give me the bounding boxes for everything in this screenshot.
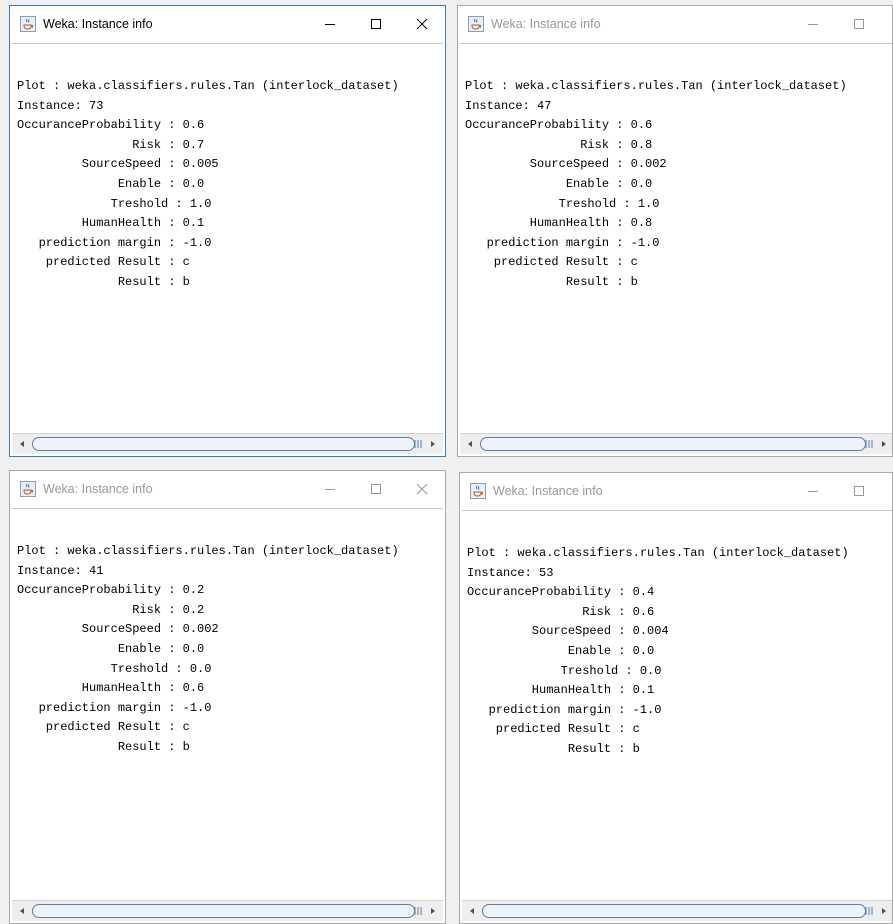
scroll-right-button[interactable]: [425, 903, 441, 919]
instance-info-text: Plot : weka.classifiers.rules.Tan (inter…: [17, 544, 399, 754]
scroll-right-button[interactable]: [876, 436, 892, 452]
scrollbar-thumb[interactable]: [32, 437, 415, 451]
scroll-left-button[interactable]: [464, 903, 480, 919]
scrollbar-grip-icon: [414, 440, 422, 448]
scroll-left-arrow-icon: [20, 441, 24, 447]
maximize-icon: [371, 19, 381, 29]
instance-info-text: Plot : weka.classifiers.rules.Tan (inter…: [465, 79, 847, 289]
scroll-right-arrow-icon: [882, 441, 886, 447]
java-cup-icon: [20, 481, 36, 497]
maximize-button[interactable]: [353, 471, 399, 507]
scroll-left-arrow-icon: [470, 908, 474, 914]
close-icon: [416, 18, 428, 30]
window-titlebar[interactable]: Weka: Instance info: [458, 6, 892, 42]
minimize-icon: [808, 491, 818, 492]
instance-info-text-area[interactable]: Plot : weka.classifiers.rules.Tan (inter…: [12, 508, 443, 899]
scroll-right-button[interactable]: [876, 903, 892, 919]
minimize-button[interactable]: [307, 6, 353, 42]
window-titlebar[interactable]: Weka: Instance info: [10, 6, 445, 42]
scrollbar-thumb[interactable]: [480, 437, 866, 451]
java-cup-icon: [468, 16, 484, 32]
minimize-icon: [808, 24, 818, 25]
scroll-right-arrow-icon: [431, 441, 435, 447]
minimize-button[interactable]: [307, 471, 353, 507]
maximize-button[interactable]: [836, 6, 882, 42]
scrollbar-thumb[interactable]: [32, 904, 415, 918]
scroll-right-arrow-icon: [882, 908, 886, 914]
scroll-left-button[interactable]: [14, 436, 30, 452]
scrollbar-grip-icon: [414, 907, 422, 915]
scroll-right-arrow-icon: [431, 908, 435, 914]
window-title: Weka: Instance info: [43, 482, 153, 496]
scroll-left-arrow-icon: [20, 908, 24, 914]
scroll-right-button[interactable]: [425, 436, 441, 452]
instance-info-text: Plot : weka.classifiers.rules.Tan (inter…: [17, 79, 399, 289]
window-titlebar[interactable]: Weka: Instance info: [10, 471, 445, 507]
instance-info-window-3[interactable]: Weka: Instance info Plot : weka.classifi…: [9, 470, 446, 924]
maximize-icon: [371, 484, 381, 494]
horizontal-scrollbar[interactable]: [462, 900, 892, 921]
window-titlebar[interactable]: Weka: Instance info: [460, 473, 892, 509]
instance-info-text-area[interactable]: Plot : weka.classifiers.rules.Tan (inter…: [462, 510, 892, 899]
scrollbar-grip-icon: [865, 440, 873, 448]
minimize-button[interactable]: [790, 6, 836, 42]
window-title: Weka: Instance info: [43, 17, 153, 31]
maximize-button[interactable]: [836, 473, 882, 509]
minimize-button[interactable]: [790, 473, 836, 509]
close-button[interactable]: [882, 473, 892, 509]
minimize-icon: [325, 24, 335, 25]
close-button[interactable]: [399, 6, 445, 42]
window-title: Weka: Instance info: [493, 484, 603, 498]
scrollbar-grip-icon: [865, 907, 873, 915]
instance-info-text-area[interactable]: Plot : weka.classifiers.rules.Tan (inter…: [12, 43, 443, 432]
scroll-left-button[interactable]: [462, 436, 478, 452]
window-title: Weka: Instance info: [491, 17, 601, 31]
java-cup-icon: [20, 16, 36, 32]
scroll-left-button[interactable]: [14, 903, 30, 919]
scrollbar-thumb[interactable]: [482, 904, 866, 918]
instance-info-window-4[interactable]: Weka: Instance info Plot : weka.classifi…: [459, 472, 893, 924]
close-button[interactable]: [882, 6, 892, 42]
close-button[interactable]: [399, 471, 445, 507]
instance-info-window-2[interactable]: Weka: Instance info Plot : weka.classifi…: [457, 5, 893, 457]
maximize-icon: [854, 19, 864, 29]
instance-info-window-1[interactable]: Weka: Instance info Plot : weka.classifi…: [9, 5, 446, 457]
instance-info-text: Plot : weka.classifiers.rules.Tan (inter…: [467, 546, 849, 756]
horizontal-scrollbar[interactable]: [12, 900, 443, 921]
horizontal-scrollbar[interactable]: [460, 433, 892, 454]
close-icon: [416, 483, 428, 495]
java-cup-icon: [470, 483, 486, 499]
minimize-icon: [325, 489, 335, 490]
maximize-icon: [854, 486, 864, 496]
maximize-button[interactable]: [353, 6, 399, 42]
scroll-left-arrow-icon: [468, 441, 472, 447]
horizontal-scrollbar[interactable]: [12, 433, 443, 454]
instance-info-text-area[interactable]: Plot : weka.classifiers.rules.Tan (inter…: [460, 43, 892, 432]
